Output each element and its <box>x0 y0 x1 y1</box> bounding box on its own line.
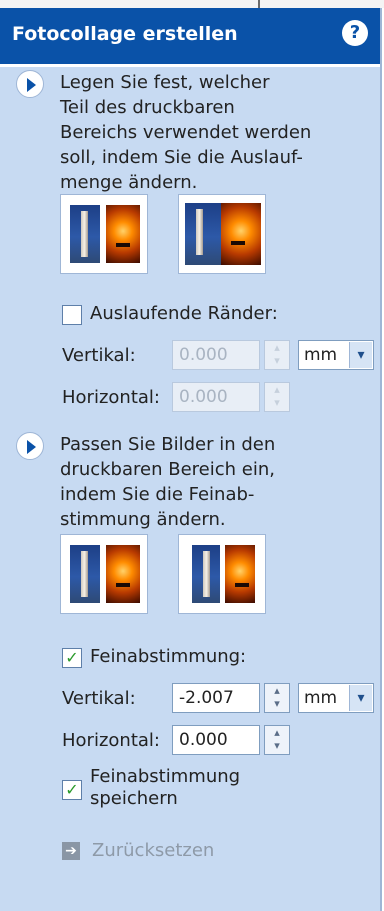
bleed-vertical-spinner[interactable]: ▴ ▾ <box>264 340 290 370</box>
save-finetune-label-line: speichern <box>90 788 178 809</box>
panel-header: Fotocollage erstellen ? <box>0 8 380 64</box>
finetune-checkbox-label: Feinabstimmung: <box>90 646 247 667</box>
description-line: Teil des druckbaren <box>60 97 235 118</box>
bleed-horizontal-label: Horizontal: <box>62 387 160 408</box>
top-strip <box>0 0 384 8</box>
save-finetune-label-line: Feinabstimmung <box>90 766 241 787</box>
finetune-description: Passen Sie Bilder in den druckbaren Bere… <box>60 432 275 532</box>
finetune-vertical-label: Vertikal: <box>62 688 136 709</box>
spin-down-icon: ▾ <box>274 396 280 409</box>
save-finetune-checkbox[interactable]: ✓ <box>62 780 82 800</box>
section-arrow-icon[interactable] <box>16 70 44 98</box>
description-line: soll, indem Sie die Auslauf- <box>60 147 303 168</box>
finetune-horizontal-label: Horizontal: <box>62 730 160 751</box>
description-line: Passen Sie Bilder in den <box>60 434 276 455</box>
bleed-preview-expanded[interactable] <box>178 194 266 274</box>
section-arrow-icon[interactable] <box>16 432 44 460</box>
spin-up-icon: ▴ <box>274 341 280 354</box>
arrow-right-icon[interactable]: ➔ <box>62 842 80 860</box>
lighthouse-image <box>70 205 100 263</box>
bleed-preview-normal[interactable] <box>60 194 148 274</box>
chevron-down-icon[interactable]: ▾ <box>349 342 372 368</box>
description-line: menge ändern. <box>60 172 198 193</box>
fotocollage-panel: Fotocollage erstellen ? Legen Sie fest, … <box>0 8 382 911</box>
spin-down-icon: ▾ <box>274 354 280 367</box>
description-line: stimmung ändern. <box>60 509 226 530</box>
panel-title: Fotocollage erstellen <box>12 23 238 45</box>
description-line: indem Sie die Feinab- <box>60 484 255 505</box>
description-line: druckbaren Bereich ein, <box>60 459 275 480</box>
bleed-checkbox[interactable] <box>62 305 82 325</box>
lighthouse-image <box>185 203 221 265</box>
divider-tick <box>258 0 260 8</box>
unit-value: mm <box>304 345 338 365</box>
bleed-vertical-input[interactable]: 0.000 <box>172 340 260 370</box>
finetune-vertical-input[interactable]: -2.007 <box>172 683 260 713</box>
finetune-horizontal-input[interactable]: 0.000 <box>172 725 260 755</box>
bleed-unit-select[interactable]: mm ▾ <box>298 340 374 370</box>
spin-up-icon: ▴ <box>274 684 280 697</box>
save-finetune-label: Feinabstimmung speichern <box>90 766 240 810</box>
sunset-image <box>221 203 261 265</box>
sunset-image <box>106 545 140 603</box>
finetune-preview-normal[interactable] <box>60 534 148 614</box>
finetune-vertical-spinner[interactable]: ▴ ▾ <box>264 683 290 713</box>
spin-down-icon: ▾ <box>274 697 280 710</box>
description-line: Legen Sie fest, welcher <box>60 72 270 93</box>
sunset-image <box>106 205 140 263</box>
bleed-description: Legen Sie fest, welcher Teil des druckba… <box>60 70 311 195</box>
finetune-preview-adjusted[interactable] <box>178 534 266 614</box>
bleed-checkbox-label: Auslaufende Ränder: <box>90 303 278 324</box>
finetune-checkbox[interactable]: ✓ <box>62 648 82 668</box>
finetune-horizontal-spinner[interactable]: ▴ ▾ <box>264 725 290 755</box>
spin-down-icon: ▾ <box>274 739 280 752</box>
chevron-down-icon[interactable]: ▾ <box>349 685 372 711</box>
finetune-unit-select[interactable]: mm ▾ <box>298 683 374 713</box>
reset-button[interactable]: Zurücksetzen <box>92 840 214 861</box>
unit-value: mm <box>304 688 338 708</box>
spin-up-icon: ▴ <box>274 726 280 739</box>
bleed-horizontal-input[interactable]: 0.000 <box>172 382 260 412</box>
lighthouse-image <box>70 545 100 603</box>
spin-up-icon: ▴ <box>274 383 280 396</box>
bleed-horizontal-spinner[interactable]: ▴ ▾ <box>264 382 290 412</box>
bleed-vertical-label: Vertikal: <box>62 345 136 366</box>
description-line: Bereichs verwendet werden <box>60 122 312 143</box>
lighthouse-image <box>192 545 220 603</box>
header-underline <box>0 64 380 67</box>
sunset-image <box>225 545 255 603</box>
help-icon[interactable]: ? <box>342 20 368 46</box>
